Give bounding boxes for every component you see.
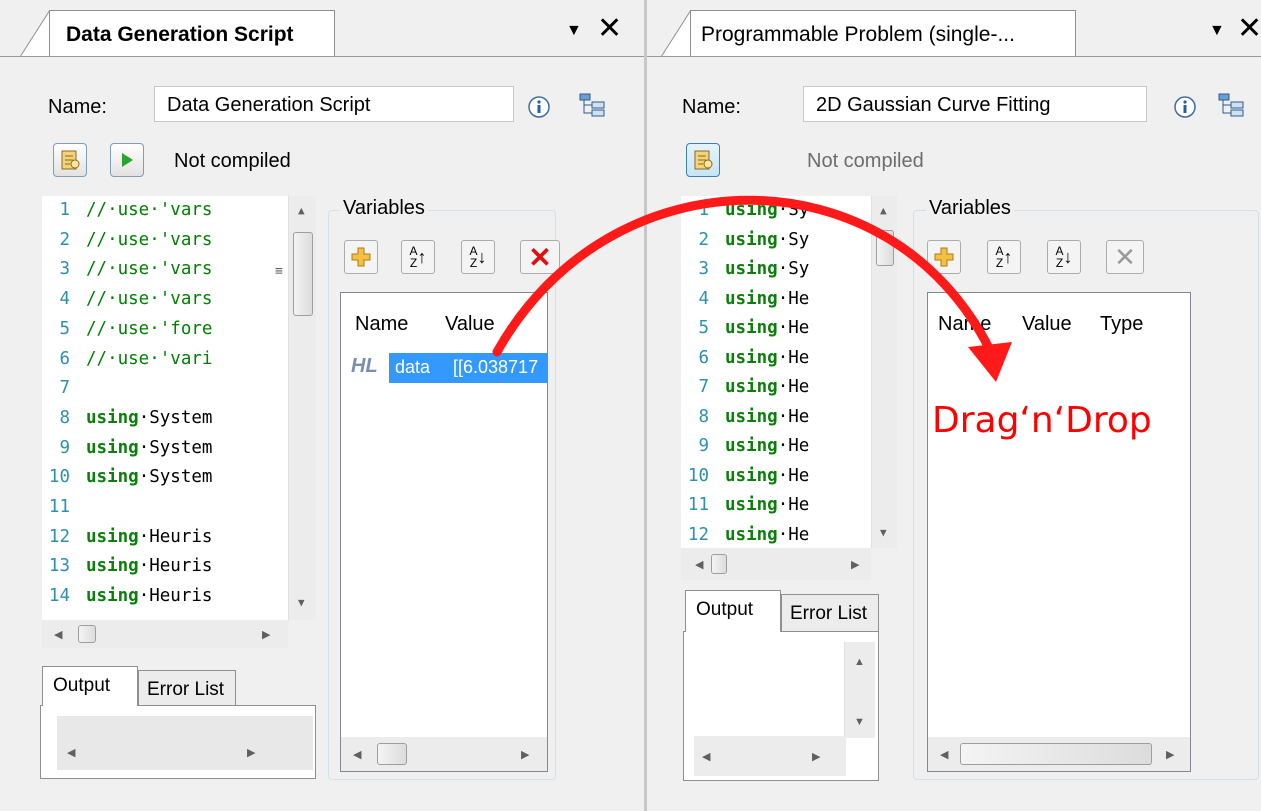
drag-n-drop-label: Drag‘n‘Drop: [932, 400, 1152, 441]
output-tab[interactable]: Output: [685, 590, 781, 632]
output-tab[interactable]: Output: [42, 666, 138, 706]
drag-arrow-path: [492, 195, 995, 357]
drag-arrow-head: [968, 342, 1012, 382]
